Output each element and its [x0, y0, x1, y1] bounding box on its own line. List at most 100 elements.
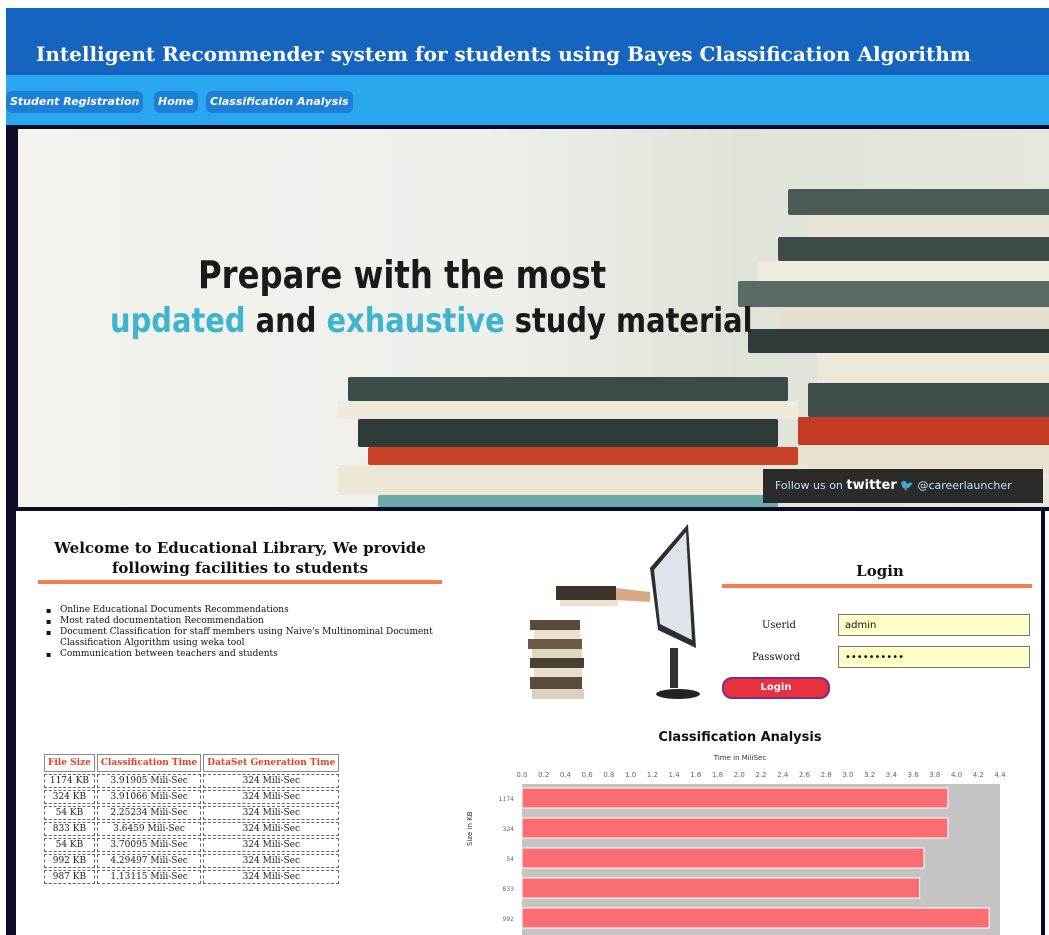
x-tick-label: 0.2: [538, 771, 549, 779]
table-cell: 992 KB: [44, 854, 95, 868]
book-shape: [788, 189, 1049, 215]
book-shape: [798, 417, 1049, 445]
table-cell: 3.6459 Mili-Sec: [96, 822, 202, 836]
x-tick-label: 0.6: [582, 771, 594, 779]
chart-bar: [521, 907, 990, 929]
password-label: Password: [752, 652, 801, 663]
table-cell: 324 Mili-Sec: [203, 854, 340, 868]
book-shape: [778, 307, 1049, 329]
book-shape: [738, 281, 1049, 307]
table-cell: 324 Mili-Sec: [203, 838, 340, 852]
table-cell: 833 KB: [44, 822, 95, 836]
y-tick-label: 833: [503, 886, 515, 893]
chart-x-axis-label: Time in MiliSec: [713, 754, 767, 762]
chart-bar: [521, 787, 949, 809]
top-strip: [0, 0, 1049, 8]
banner-accent-updated: updated: [110, 301, 246, 341]
y-tick-label: 992: [503, 916, 515, 923]
table-cell: 324 KB: [44, 790, 95, 804]
banner-subheadline: updated and exhaustive study material: [110, 301, 753, 341]
table-cell: 2.25234 Mili-Sec: [96, 806, 202, 820]
x-tick-label: 2.6: [799, 771, 811, 779]
book-shape: [778, 237, 1049, 261]
x-tick-label: 3.4: [886, 771, 898, 779]
book-shape: [808, 383, 1049, 417]
table-header-row: File Size Classification Time DataSet Ge…: [44, 754, 340, 772]
welcome-divider: [38, 580, 442, 584]
table-row: 324 KB 3.91066 Mili-Sec 324 Mili-Sec: [44, 790, 340, 804]
nav-student-registration[interactable]: Student Registration: [6, 91, 144, 113]
x-tick-label: 4.2: [973, 771, 984, 779]
site-title: Intelligent Recommender system for stude…: [36, 42, 971, 66]
table-row: 54 KB 2.25234 Mili-Sec 324 Mili-Sec: [44, 806, 340, 820]
table-cell: 324 Mili-Sec: [203, 790, 340, 804]
x-tick-label: 2.0: [734, 771, 745, 779]
facilities-list: Online Educational Documents Recommendat…: [46, 605, 446, 660]
x-tick-label: 1.2: [647, 771, 658, 779]
table-cell: 3.91066 Mili-Sec: [96, 790, 202, 804]
site-header: Intelligent Recommender system for stude…: [6, 8, 1049, 75]
chart-bar: [521, 847, 925, 869]
book-shape: [758, 261, 1049, 281]
welcome-heading: Welcome to Educational Library, We provi…: [54, 539, 426, 577]
list-item: Document Classification for staff member…: [46, 627, 446, 649]
column-header: DataSet Generation Time: [203, 754, 340, 772]
chart-bar: [521, 877, 921, 899]
login-divider: [722, 584, 1032, 588]
twitter-handle: @careerlauncher: [917, 479, 1012, 492]
books-computer-illustration: [528, 524, 700, 699]
right-border: [1041, 511, 1045, 935]
chart-title: Classification Analysis: [658, 730, 822, 745]
main-nav: Student Registration Home Classification…: [6, 75, 1049, 125]
x-tick-label: 3.2: [864, 771, 875, 779]
twitter-follow-badge[interactable]: Follow us on twitter 🐦 @careerlauncher: [763, 469, 1043, 503]
banner-accent-exhaustive: exhaustive: [326, 301, 505, 341]
list-item: Online Educational Documents Recommendat…: [46, 605, 446, 616]
twitter-bird-icon: 🐦: [900, 479, 914, 492]
book-shape: [368, 447, 798, 465]
table-cell: 324 Mili-Sec: [203, 822, 340, 836]
x-tick-label: 1.4: [669, 771, 681, 779]
promo-banner: Prepare with the most updated and exhaus…: [6, 125, 1049, 511]
column-header: Classification Time: [96, 754, 202, 772]
x-tick-label: 2.2: [755, 771, 766, 779]
y-tick-label: 324: [503, 826, 515, 833]
x-tick-label: 1.6: [690, 771, 702, 779]
login-title: Login: [856, 562, 904, 580]
banner-image: Prepare with the most updated and exhaus…: [18, 129, 1049, 507]
book-shape: [338, 465, 808, 495]
nav-home[interactable]: Home: [154, 91, 198, 113]
userid-input[interactable]: [838, 614, 1030, 636]
twitter-prefix: Follow us on: [775, 479, 847, 492]
table-row: 54 KB 3.70095 Mili-Sec 324 Mili-Sec: [44, 838, 340, 852]
table-cell: 324 Mili-Sec: [203, 806, 340, 820]
x-tick-label: 0.8: [603, 771, 614, 779]
book-shape: [358, 419, 778, 447]
book-shape: [748, 329, 1049, 353]
chart-y-axis-label: Size in KB: [466, 811, 474, 846]
banner-headline: Prepare with the most: [198, 253, 607, 297]
x-tick-label: 3.0: [842, 771, 853, 779]
password-input[interactable]: [838, 646, 1030, 668]
table-cell: 3.91905 Mili-Sec: [96, 774, 202, 788]
table-cell: 324 Mili-Sec: [203, 774, 340, 788]
table-row: 1174 KB 3.91905 Mili-Sec 324 Mili-Sec: [44, 774, 340, 788]
x-tick-label: 0.0: [516, 771, 527, 779]
login-button[interactable]: Login: [722, 677, 830, 699]
table-cell: 1.13115 Mili-Sec: [96, 870, 202, 884]
book-shape: [818, 353, 1049, 383]
classification-table: File Size Classification Time DataSet Ge…: [42, 752, 341, 886]
x-tick-label: 4.4: [994, 771, 1006, 779]
left-border: [6, 511, 16, 935]
column-header: File Size: [44, 754, 95, 772]
classification-bar-chart: 0.0 0.2 0.4 0.6 0.8 1.0 1.2 1.4 1.6 1.8 2.0 2.2 2.4 2…: [499, 771, 1006, 935]
banner-text-and: and: [245, 301, 327, 341]
list-item: Communication between teachers and stude…: [46, 649, 446, 660]
book-shape: [348, 377, 788, 401]
book-shape: [338, 401, 798, 419]
twitter-brand: twitter: [846, 478, 897, 493]
nav-classification-analysis[interactable]: Classification Analysis: [206, 91, 353, 113]
table-row: 992 KB 4.29497 Mili-Sec 324 Mili-Sec: [44, 854, 340, 868]
x-tick-label: 3.6: [908, 771, 920, 779]
x-tick-label: 3.8: [929, 771, 940, 779]
